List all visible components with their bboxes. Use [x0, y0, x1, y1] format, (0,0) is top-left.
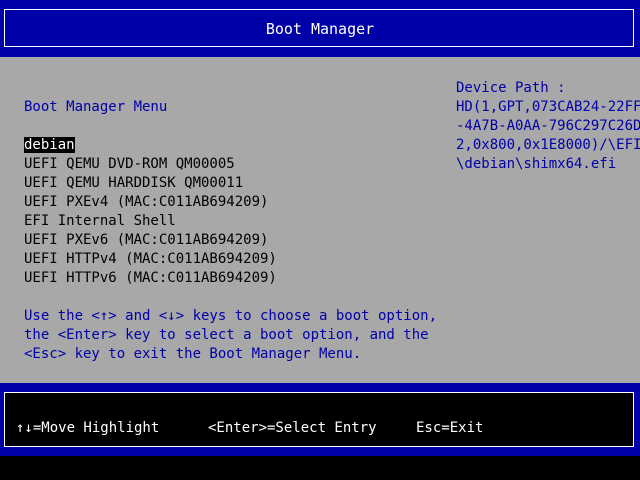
help-line: the <Enter> key to select a boot option,…	[24, 327, 429, 343]
boot-option-label[interactable]: debian	[24, 137, 75, 153]
menu-title: Boot Manager Menu	[24, 99, 168, 115]
boot-option-label[interactable]: UEFI HTTPv6 (MAC:C011AB694209)	[24, 270, 277, 286]
boot-option-label[interactable]: UEFI QEMU HARDDISK QM00011	[24, 175, 243, 191]
help-text: Use the <↑> and <↓> keys to choose a boo…	[24, 307, 437, 364]
device-path-line: HD(1,GPT,073CAB24-22FF	[456, 99, 640, 115]
hint-exit: Esc=Exit	[416, 420, 484, 436]
footer-bar: ↑↓=Move Highlight <Enter>=Select Entry E…	[0, 383, 640, 456]
boot-option-label[interactable]: EFI Internal Shell	[24, 213, 176, 229]
header-bar: Boot Manager	[0, 0, 640, 57]
boot-option[interactable]: UEFI PXEv4 (MAC:C011AB694209)	[24, 193, 277, 212]
boot-option[interactable]: UEFI HTTPv6 (MAC:C011AB694209)	[24, 269, 277, 288]
device-path-line: \debian\shimx64.efi	[456, 156, 617, 172]
boot-option-label[interactable]: UEFI HTTPv4 (MAC:C011AB694209)	[24, 251, 277, 267]
main-panel: Boot Manager Menu debian UEFI QEMU DVD-R…	[0, 57, 640, 383]
boot-option[interactable]: UEFI QEMU HARDDISK QM00011	[24, 174, 277, 193]
help-line: <Esc> key to exit the Boot Manager Menu.	[24, 346, 362, 362]
device-path-panel: Device Path : HD(1,GPT,073CAB24-22FF -4A…	[456, 79, 640, 174]
page-title: Boot Manager	[265, 20, 375, 38]
boot-option-label[interactable]: UEFI QEMU DVD-ROM QM00005	[24, 156, 235, 172]
hint-select-entry: <Enter>=Select Entry	[208, 420, 377, 436]
boot-option[interactable]: UEFI PXEv6 (MAC:C011AB694209)	[24, 231, 277, 250]
device-path-line: 2,0x800,0x1E8000)/\EFI	[456, 137, 640, 153]
boot-option[interactable]: EFI Internal Shell	[24, 212, 277, 231]
device-path-label: Device Path :	[456, 80, 566, 96]
boot-option[interactable]: UEFI HTTPv4 (MAC:C011AB694209)	[24, 250, 277, 269]
help-line: Use the <↑> and <↓> keys to choose a boo…	[24, 308, 438, 324]
boot-option[interactable]: UEFI QEMU DVD-ROM QM00005	[24, 155, 277, 174]
bottom-strip	[0, 456, 640, 480]
hint-move-highlight: ↑↓=Move Highlight	[16, 420, 160, 436]
boot-option-label[interactable]: UEFI PXEv6 (MAC:C011AB694209)	[24, 232, 268, 248]
boot-option-label[interactable]: UEFI PXEv4 (MAC:C011AB694209)	[24, 194, 268, 210]
boot-option-list: debian UEFI QEMU DVD-ROM QM00005 UEFI QE…	[24, 136, 277, 288]
device-path-line: -4A7B-A0AA-796C297C26D	[456, 118, 640, 134]
boot-option[interactable]: debian	[24, 136, 277, 155]
